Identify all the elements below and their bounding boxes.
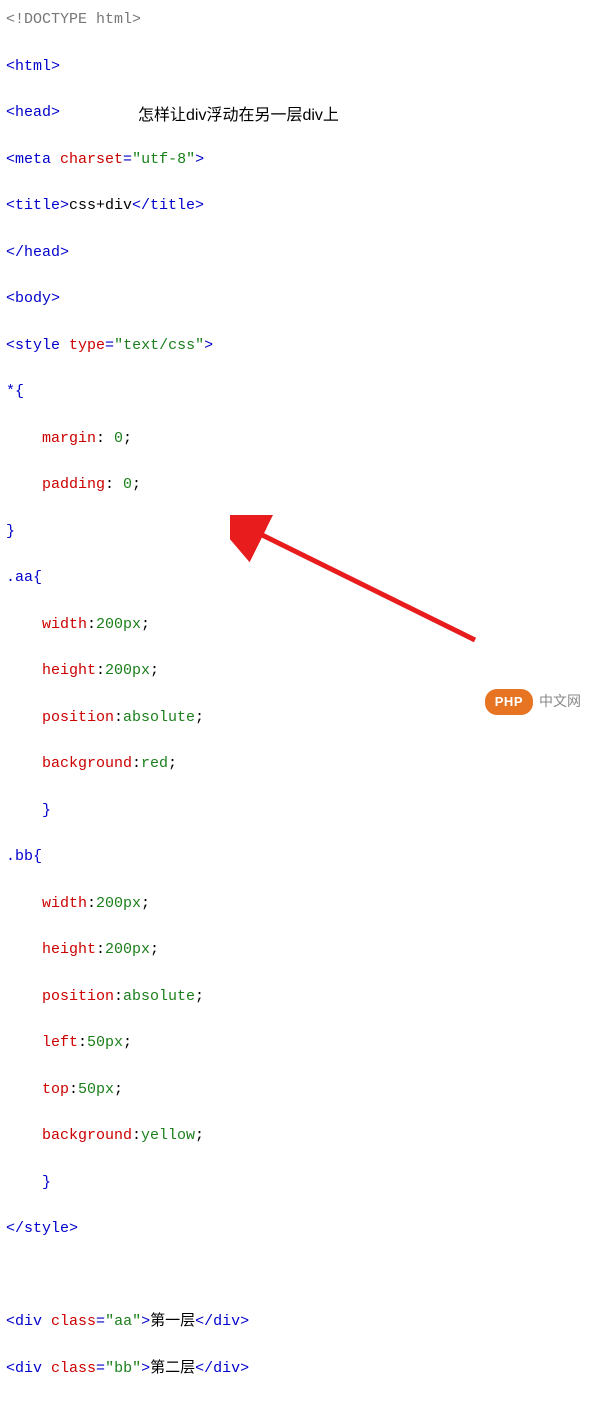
selector-aa: .aa{: [6, 569, 42, 586]
tag-body-open: <body>: [6, 290, 60, 307]
badge-pill: PHP: [485, 689, 533, 715]
tag-html-open: <html>: [6, 58, 60, 75]
div-bb-text: 第二层: [150, 1360, 195, 1377]
badge-label: 中文网: [539, 691, 581, 713]
tag-style-close: </style>: [6, 1220, 78, 1237]
div-aa-text: 第一层: [150, 1313, 195, 1330]
doctype: <!DOCTYPE html>: [6, 11, 141, 28]
selector-bb: .bb{: [6, 848, 42, 865]
annotation-text: 怎样让div浮动在另一层div上: [138, 104, 339, 129]
title-text: css+div: [69, 197, 132, 214]
watermark-badge: PHP 中文网: [485, 689, 581, 715]
tag-head-close: </head>: [6, 244, 69, 261]
tag-head-open: <head>: [6, 104, 60, 121]
selector-star: *{: [6, 383, 24, 400]
